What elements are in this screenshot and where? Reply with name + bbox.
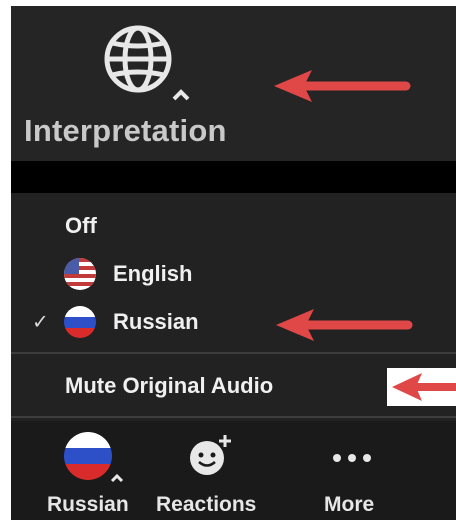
more-dots-icon	[333, 454, 371, 462]
menu-item-off[interactable]: Off	[11, 203, 456, 249]
menu-item-english-label: English	[113, 261, 193, 286]
interpretation-label: Interpretation	[24, 113, 227, 148]
russia-flag-icon	[64, 306, 96, 338]
menu-item-off-label: Off	[65, 213, 97, 238]
menu-bottom-divider	[11, 416, 456, 418]
chevron-up-icon[interactable]	[109, 472, 125, 484]
language-button-label: Russian	[47, 493, 129, 516]
red-arrow-icon	[392, 373, 456, 401]
menu-item-russian-label: Russian	[113, 309, 199, 334]
chevron-up-icon[interactable]	[171, 88, 191, 102]
red-arrow-icon	[274, 70, 411, 102]
red-arrow-icon	[276, 309, 413, 341]
russia-flag-icon	[64, 432, 112, 480]
checkmark-icon: ✓	[32, 311, 49, 334]
menu-item-english[interactable]: English	[11, 251, 456, 297]
separator-bar	[11, 161, 456, 193]
globe-icon	[104, 25, 172, 93]
mute-original-audio-label: Mute Original Audio	[65, 373, 274, 398]
smiley-add-icon	[190, 435, 231, 475]
reactions-button-label: Reactions	[156, 493, 257, 516]
menu-divider	[11, 352, 456, 354]
more-button-label: More	[324, 493, 375, 516]
us-flag-icon	[64, 258, 96, 290]
